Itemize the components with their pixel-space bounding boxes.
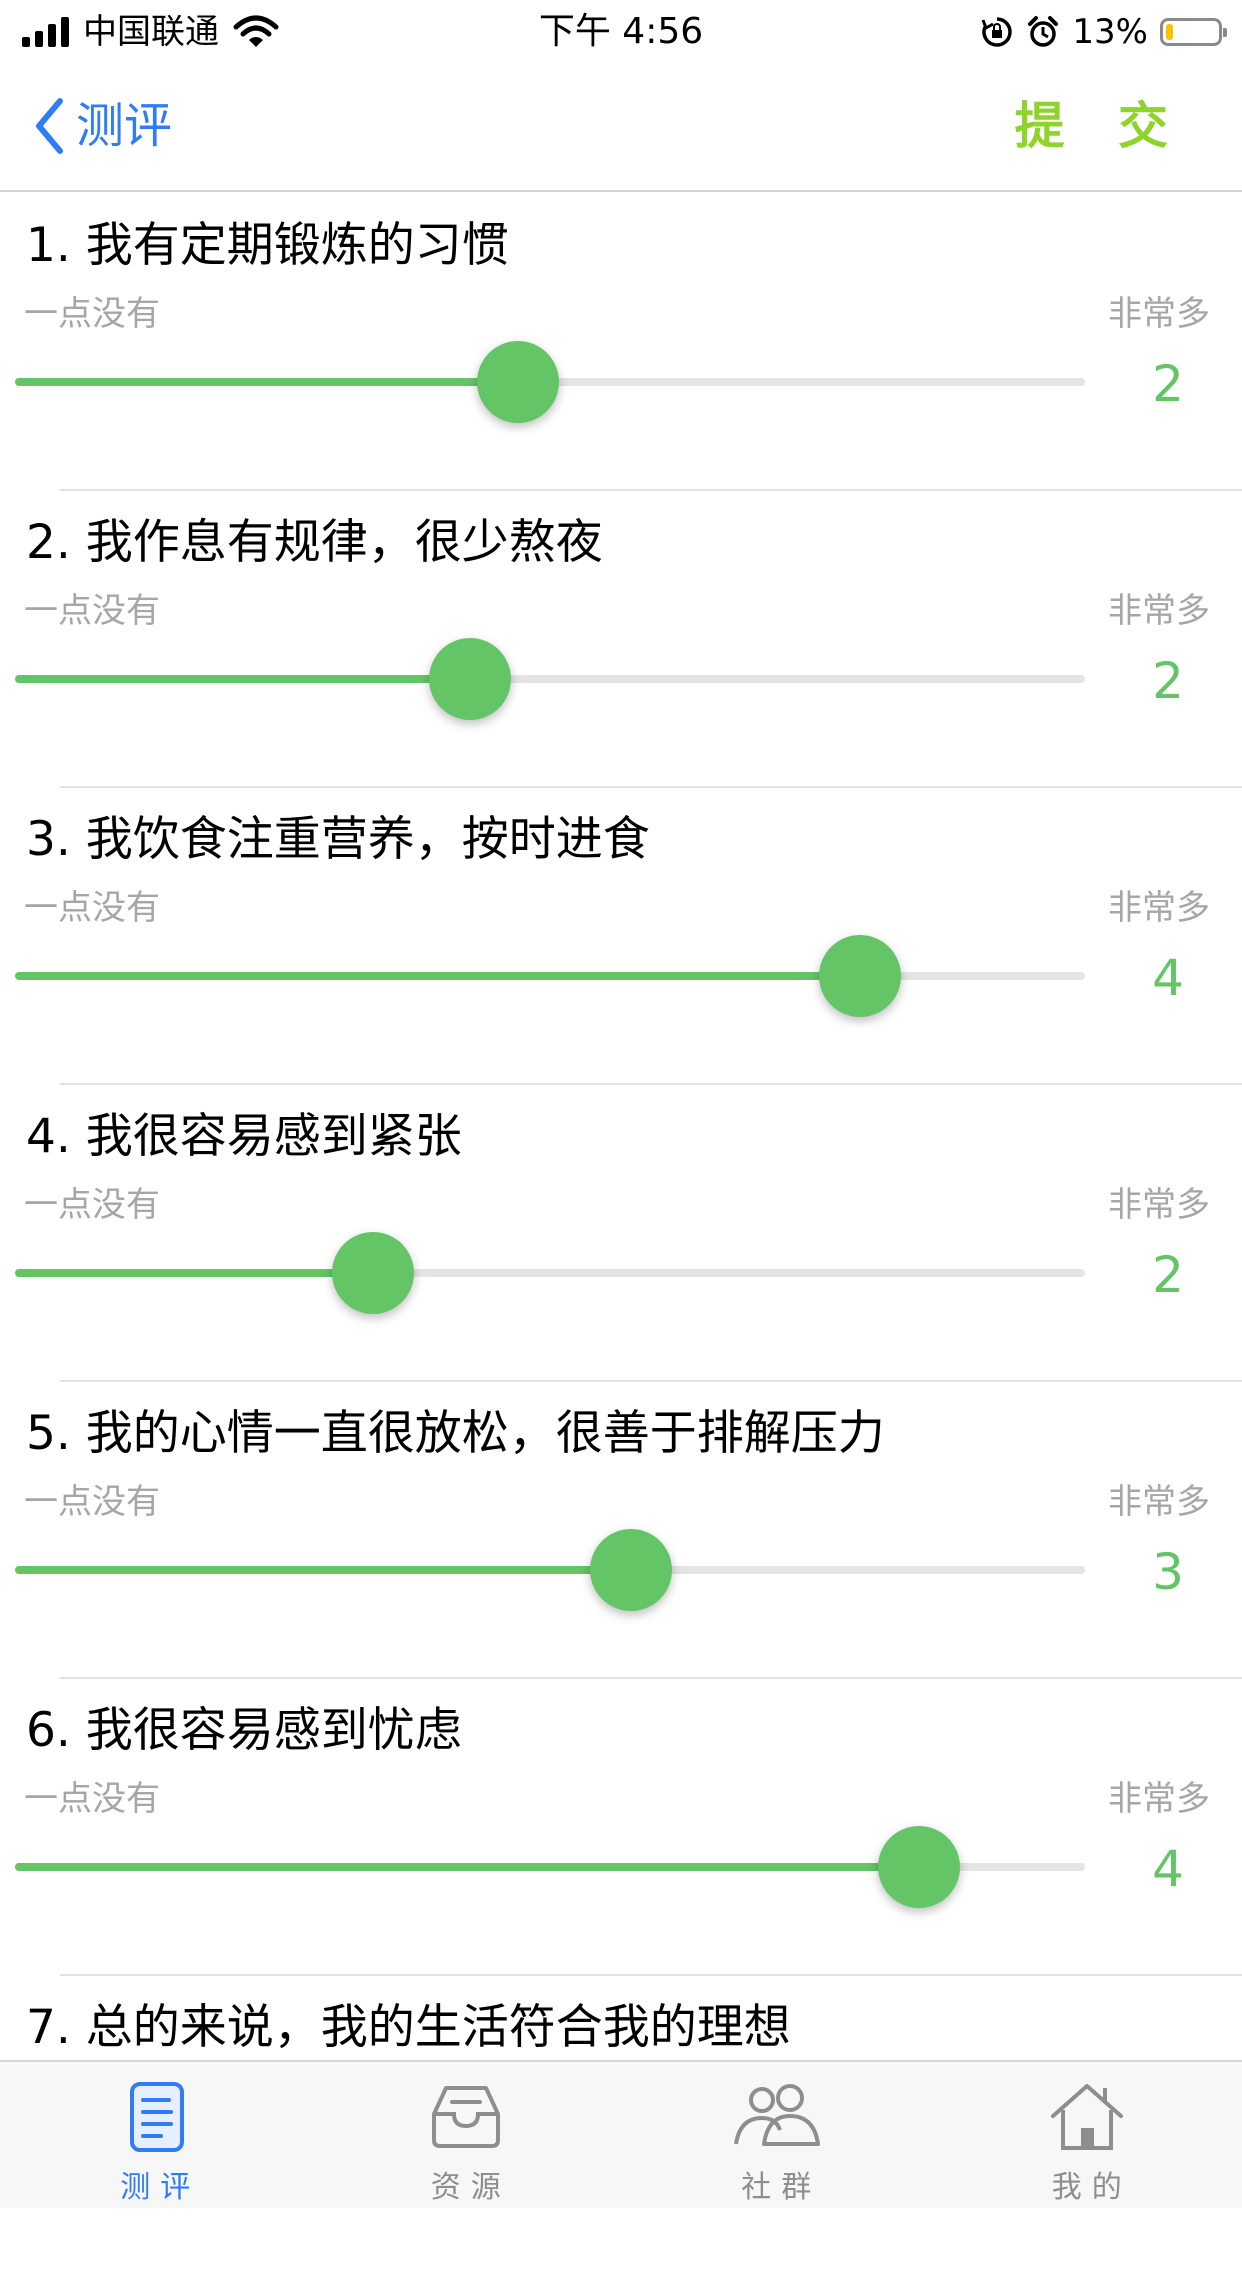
battery-percent: 13% [1072,12,1148,52]
slider-fill [15,675,470,683]
document-icon [107,2080,203,2160]
scale-min-label: 一点没有 [24,1480,160,1524]
scale-min-label: 一点没有 [24,1183,160,1227]
slider-fill [15,1269,373,1277]
tab-label: 测评 [0,2170,311,2206]
slider-track[interactable] [15,1863,1085,1871]
slider-track[interactable] [15,378,1085,386]
battery-icon [1160,18,1222,46]
question-item: 6. 我很容易感到忧虑 一点没有 非常多 4 [0,1679,1242,1976]
scale-max-label: 非常多 [1108,292,1210,336]
question-title: 1. 我有定期锻炼的习惯 [26,216,509,276]
slider-value: 3 [1130,1542,1206,1602]
scale-max-label: 非常多 [1108,589,1210,633]
question-title: 5. 我的心情一直很放松，很善于排解压力 [26,1404,885,1464]
status-right: 13% [980,12,1222,52]
back-label: 测评 [76,94,172,158]
question-title: 3. 我饮食注重营养，按时进食 [26,810,650,870]
tab-bar: 测评 资源 社群 我的 [0,2060,1242,2208]
scale-min-label: 一点没有 [24,292,160,336]
scale-min-label: 一点没有 [24,886,160,930]
slider-value: 2 [1130,651,1206,711]
question-title: 6. 我很容易感到忧虑 [26,1701,462,1761]
navigation-bar: 测评 提 交 [0,62,1242,192]
slider-track[interactable] [15,972,1085,980]
question-title: 4. 我很容易感到紧张 [26,1107,462,1167]
home-icon [1039,2080,1135,2160]
slider-thumb[interactable] [819,935,901,1017]
slider-value: 4 [1130,1839,1206,1899]
tab-assessment[interactable]: 测评 [0,2062,311,2208]
scale-min-label: 一点没有 [24,589,160,633]
question-item: 2. 我作息有规律，很少熬夜 一点没有 非常多 2 [0,491,1242,788]
slider-thumb[interactable] [477,341,559,423]
slider-fill [15,1863,919,1871]
slider-fill [15,1566,631,1574]
slider-value: 4 [1130,948,1206,1008]
rotation-lock-icon [980,15,1014,49]
question-item: 5. 我的心情一直很放松，很善于排解压力 一点没有 非常多 3 [0,1382,1242,1679]
tab-community[interactable]: 社群 [621,2062,932,2208]
slider-value: 2 [1130,354,1206,414]
slider-thumb[interactable] [878,1826,960,1908]
tab-label: 资源 [311,2170,622,2206]
tab-resources[interactable]: 资源 [311,2062,622,2208]
slider-fill [15,378,518,386]
slider-fill [15,972,860,980]
question-item: 4. 我很容易感到紧张 一点没有 非常多 2 [0,1085,1242,1382]
tab-mine[interactable]: 我的 [932,2062,1242,2208]
status-bar: 中国联通 下午 4:56 13% [0,0,1242,62]
scale-max-label: 非常多 [1108,1183,1210,1227]
inbox-icon [418,2080,514,2160]
question-item: 3. 我饮食注重营养，按时进食 一点没有 非常多 4 [0,788,1242,1085]
slider-track[interactable] [15,1566,1085,1574]
people-icon [728,2080,824,2160]
chevron-left-icon [34,97,64,155]
slider-track[interactable] [15,675,1085,683]
question-title: 2. 我作息有规律，很少熬夜 [26,513,603,573]
tab-label: 我的 [932,2170,1242,2206]
slider-thumb[interactable] [332,1232,414,1314]
scale-max-label: 非常多 [1108,1777,1210,1821]
back-button[interactable]: 测评 [34,94,172,158]
slider-value: 2 [1130,1245,1206,1305]
question-item: 1. 我有定期锻炼的习惯 一点没有 非常多 2 [0,194,1242,491]
submit-button[interactable]: 提 交 [1015,94,1186,158]
slider-thumb[interactable] [429,638,511,720]
question-title: 7. 总的来说，我的生活符合我的理想 [26,1998,791,2058]
slider-track[interactable] [15,1269,1085,1277]
slider-thumb[interactable] [590,1529,672,1611]
scale-max-label: 非常多 [1108,1480,1210,1524]
scale-min-label: 一点没有 [24,1777,160,1821]
scale-max-label: 非常多 [1108,886,1210,930]
alarm-icon [1026,15,1060,49]
tab-label: 社群 [621,2170,932,2206]
